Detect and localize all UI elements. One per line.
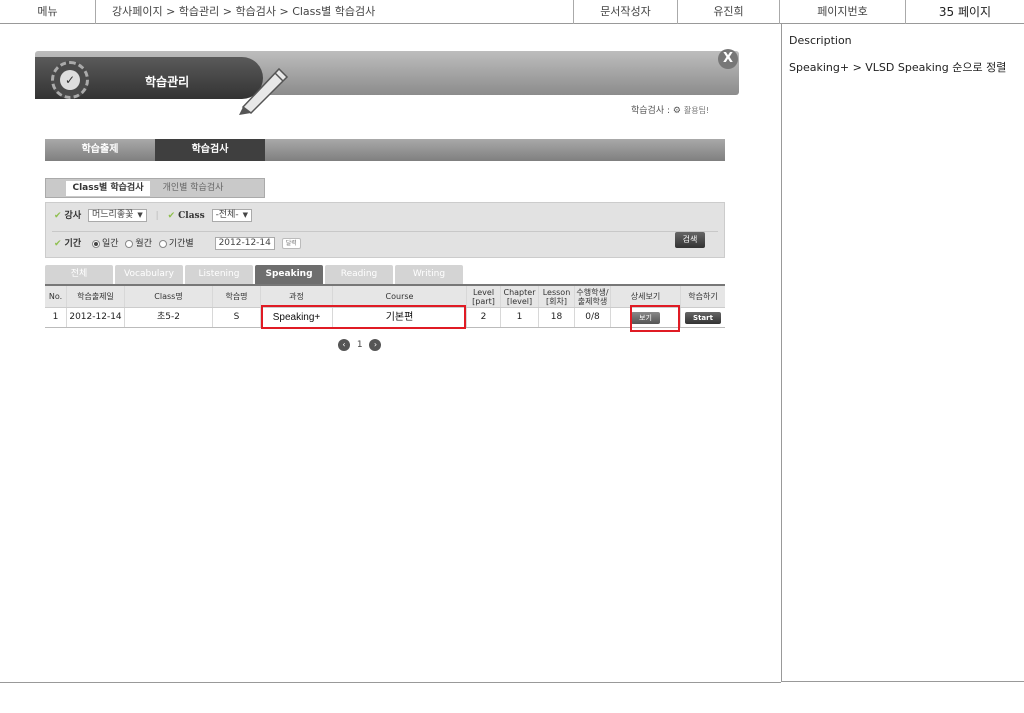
col-lesson: Lesson [회차] (539, 286, 575, 307)
divider: | (155, 211, 159, 221)
start-button[interactable]: Start (685, 311, 721, 324)
chevron-down-icon: ▼ (137, 211, 143, 219)
window-crumb: 학습검사 : ⚙ 활용팁! (631, 103, 709, 116)
check-icon: ✔ (54, 239, 62, 249)
window-title: 학습관리 (145, 75, 190, 89)
skill-tab-vocabulary[interactable]: Vocabulary (115, 265, 183, 284)
class-value: -전체- (215, 210, 239, 220)
skill-tab-listening[interactable]: Listening (185, 265, 253, 284)
col-date: 학습출제일 (67, 286, 125, 307)
col-process: 과정 (261, 286, 333, 307)
col-name: 학습명 (213, 286, 261, 307)
tip-icon[interactable]: ⚙ (673, 106, 681, 116)
bottom-divider (0, 682, 781, 683)
pagination: ‹ 1 › (338, 339, 382, 353)
class-select[interactable]: -전체- ▼ (211, 209, 253, 222)
breadcrumb: 강사페이지 > 학습관리 > 학습검사 > Class별 학습검사 (96, 0, 574, 24)
radio-daily[interactable] (91, 239, 100, 248)
radio-daily-label: 일간 (101, 239, 119, 249)
cell-students: 0/8 (575, 308, 611, 327)
menu-label: 메뉴 (0, 0, 96, 24)
skill-tab-speaking[interactable]: Speaking (255, 265, 323, 284)
teacher-select[interactable]: 머느리좋꽃 ▼ (87, 209, 147, 222)
col-start: 학습하기 (688, 292, 718, 301)
cell-start: Start (681, 308, 725, 327)
main-tabs: 학습출제 학습검사 (45, 139, 725, 161)
filter-separator (52, 231, 718, 232)
period-label: 기간 (64, 239, 82, 249)
author-name: 유진희 (678, 0, 780, 24)
cell-no: 1 (45, 308, 67, 327)
cell-date: 2012-12-14 (67, 308, 125, 327)
description-text: Speaking+ > VLSD Speaking 순으로 정렬 (789, 61, 1007, 74)
tab-inspect[interactable]: 학습검사 (155, 139, 265, 161)
filter-box: ✔ 강사 머느리좋꽃 ▼ | ✔ Class -전체- ▼ ✔ 기간 일간 월간 기간별 … (45, 202, 725, 258)
col-class: Class명 (125, 286, 213, 307)
col-chapter: Chapter [level] (501, 286, 539, 307)
description-panel: Description Speaking+ > VLSD Speaking 순으… (781, 24, 1024, 682)
skill-tabs: 전체 Vocabulary Listening Speaking Reading… (45, 265, 725, 284)
author-label: 문서작성자 (574, 0, 678, 24)
col-level: Level [part] (467, 286, 501, 307)
cell-name: S (213, 308, 261, 327)
document-header: 메뉴 강사페이지 > 학습관리 > 학습검사 > Class별 학습검사 문서작… (0, 0, 1024, 24)
pencil-icon (239, 67, 289, 115)
close-button[interactable]: X (718, 49, 738, 69)
highlight-detail-button (630, 305, 680, 332)
page-number-current[interactable]: 1 (357, 340, 363, 350)
check-icon: ✔ (54, 211, 62, 221)
subtab-individual[interactable]: 개인별 학습검사 (154, 181, 232, 196)
calendar-button[interactable]: 달력 (281, 238, 301, 249)
radio-range[interactable] (158, 239, 167, 248)
page-number: 35 페이지 (938, 5, 992, 19)
skill-tab-writing[interactable]: Writing (395, 265, 463, 284)
col-detail: 상세보기 (611, 286, 681, 307)
date-input[interactable]: 2012-12-14 (214, 237, 275, 250)
cell-level: 2 (467, 308, 501, 327)
skill-tab-all[interactable]: 전체 (45, 265, 113, 284)
radio-range-label: 기간별 (168, 239, 194, 249)
subtab-class[interactable]: Class별 학습검사 (66, 181, 150, 196)
check-icon: ✔ (167, 211, 176, 221)
prev-page-icon[interactable]: ‹ (338, 339, 350, 351)
page-number-label: 페이지번호 (780, 0, 906, 24)
class-label: Class (178, 211, 205, 221)
tip-link[interactable]: 활용팁! (684, 106, 709, 115)
description-title: Description (789, 34, 852, 47)
col-no: No. (45, 286, 67, 307)
chevron-down-icon: ▼ (242, 211, 249, 219)
cell-lesson: 18 (539, 308, 575, 327)
teacher-value: 머느리좋꽃 (91, 210, 134, 220)
next-page-icon[interactable]: › (369, 339, 382, 351)
sub-tabs: Class별 학습검사 개인별 학습검사 (45, 178, 265, 198)
window-crumb-text: 학습검사 : (631, 106, 671, 116)
tab-assign[interactable]: 학습출제 (45, 139, 155, 161)
skill-tab-reading[interactable]: Reading (325, 265, 393, 284)
col-students: 수행학생/ 출제학생 (575, 286, 611, 307)
radio-monthly-label: 월간 (135, 239, 152, 249)
cell-class: 초5-2 (125, 308, 213, 327)
highlight-process-course (261, 305, 466, 329)
cell-chapter: 1 (501, 308, 539, 327)
filter-row-period: ✔ 기간 일간 월간 기간별 2012-12-14 달력 (54, 236, 301, 252)
col-course: Course (333, 286, 467, 307)
radio-monthly[interactable] (125, 239, 134, 248)
teacher-label: 강사 (64, 211, 82, 221)
search-button[interactable]: 검색 (675, 232, 705, 248)
filter-row-teacher: ✔ 강사 머느리좋꽃 ▼ | ✔ Class -전체- ▼ (54, 208, 253, 224)
check-seal-icon: ✓ (51, 61, 89, 99)
